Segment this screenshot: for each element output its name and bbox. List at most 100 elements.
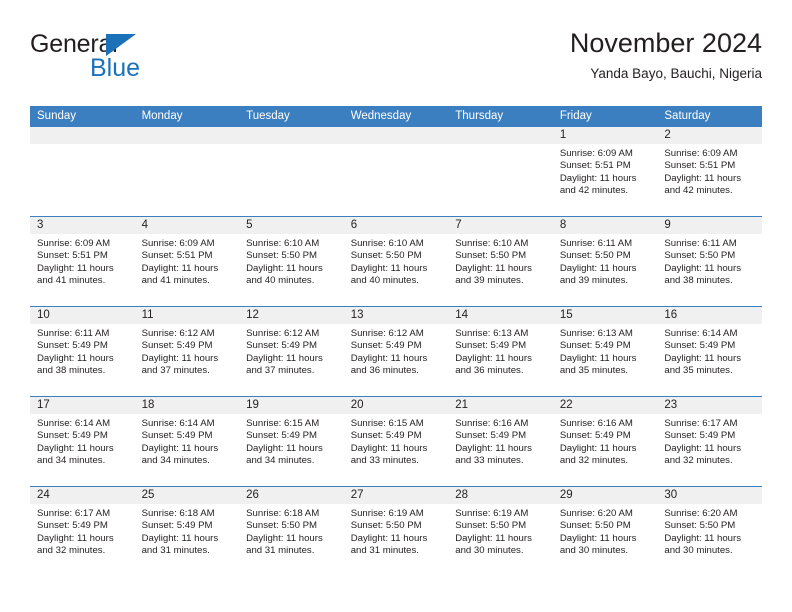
day-details: Sunrise: 6:14 AM Sunset: 5:49 PM Daylight:…: [30, 414, 135, 468]
day-cell-inner: 13 Sunrise: 6:12 AM Sunset: 5:49 PM Dayligh…: [343, 307, 449, 396]
calendar-day-cell[interactable]: 17 Sunrise: 6:14 AM Sunset: 5:49 PM Dayligh…: [30, 396, 135, 487]
daylight-duration-line2: and 32 minutes.: [664, 455, 733, 467]
sunrise-time: Sunrise: 6:09 AM: [141, 238, 215, 249]
sunrise-time: Sunrise: 6:17 AM: [664, 418, 738, 429]
day-number: 17: [30, 397, 135, 414]
sunrise-time: Sunrise: 6:12 AM: [246, 328, 320, 339]
daylight-duration-line1: Daylight: 11 hours: [350, 442, 428, 454]
sunset-time: Sunset: 5:50 PM: [246, 520, 318, 532]
sunrise-time: Sunrise: 6:14 AM: [141, 418, 215, 429]
calendar-day-cell[interactable]: 10 Sunrise: 6:11 AM Sunset: 5:49 PM Dayligh…: [30, 306, 135, 397]
sunrise-time: Sunrise: 6:15 AM: [246, 418, 320, 429]
daylight-duration-line1: Daylight: 11 hours: [141, 352, 219, 364]
calendar-header-row: Sunday Monday Tuesday Wednesday Thursday Frid…: [30, 106, 762, 127]
day-number: 18: [134, 397, 240, 414]
sunset-time: Sunset: 5:49 PM: [141, 430, 213, 442]
sunrise-time: Sunrise: 6:11 AM: [559, 238, 633, 249]
sunset-time: Sunset: 5:49 PM: [559, 430, 631, 442]
calendar-day-cell[interactable]: 20 Sunrise: 6:15 AM Sunset: 5:49 PM Dayligh…: [343, 396, 449, 487]
calendar-day-cell[interactable]: 29 Sunrise: 6:20 AM Sunset: 5:50 PM Dayligh…: [552, 486, 658, 577]
calendar-week-row: 10 Sunrise: 6:11 AM Sunset: 5:49 PM Dayligh…: [30, 306, 762, 397]
calendar-day-cell[interactable]: 3 Sunrise: 6:09 AM Sunset: 5:51 PM Daylight…: [30, 216, 135, 307]
title-block: November 2024 Yanda Bayo, Bauchi, Nigeri…: [570, 28, 762, 82]
day-cell-inner: 22 Sunrise: 6:16 AM Sunset: 5:49 PM Dayligh…: [552, 397, 658, 486]
day-cell-inner: 28 Sunrise: 6:19 AM Sunset: 5:50 PM Dayligh…: [448, 487, 553, 577]
daylight-duration-line2: and 32 minutes.: [37, 545, 106, 557]
page-title: November 2024: [569, 28, 762, 58]
daylight-duration-line1: Daylight: 11 hours: [246, 262, 323, 274]
calendar-day-cell[interactable]: 13 Sunrise: 6:12 AM Sunset: 5:49 PM Dayligh…: [343, 306, 449, 397]
weekday-header-saturday: Saturday: [657, 106, 762, 127]
calendar-day-cell[interactable]: 11 Sunrise: 6:12 AM Sunset: 5:49 PM Dayligh…: [134, 306, 240, 397]
page-subtitle: Yanda Bayo, Bauchi, Nigeria: [590, 66, 762, 82]
sunset-time: Sunset: 5:50 PM: [455, 520, 527, 532]
calendar-day-cell[interactable]: 24 Sunrise: 6:17 AM Sunset: 5:49 PM Dayligh…: [30, 486, 135, 577]
day-details: Sunrise: 6:10 AM Sunset: 5:50 PM Daylight:…: [448, 234, 553, 288]
daylight-duration-line2: and 39 minutes.: [455, 275, 524, 287]
logo-text-blue: Blue: [90, 54, 141, 82]
calendar-week-row: 24 Sunrise: 6:17 AM Sunset: 5:49 PM Dayligh…: [30, 486, 762, 577]
weekday-header-monday: Monday: [134, 106, 240, 127]
day-number: 2: [657, 127, 762, 144]
calendar-day-cell-empty: [448, 126, 553, 217]
sunrise-time: Sunrise: 6:12 AM: [141, 328, 215, 339]
daylight-duration-line2: and 30 minutes.: [455, 545, 524, 557]
calendar-day-cell[interactable]: 2 Sunrise: 6:09 AM Sunset: 5:51 PM Daylight…: [657, 126, 762, 217]
calendar-day-cell[interactable]: 7 Sunrise: 6:10 AM Sunset: 5:50 PM Daylight…: [448, 216, 553, 307]
sunrise-time: Sunrise: 6:12 AM: [350, 328, 424, 339]
calendar-day-cell[interactable]: 28 Sunrise: 6:19 AM Sunset: 5:50 PM Dayligh…: [448, 486, 553, 577]
calendar-day-cell[interactable]: 15 Sunrise: 6:13 AM Sunset: 5:49 PM Dayligh…: [552, 306, 658, 397]
calendar-day-cell[interactable]: 14 Sunrise: 6:13 AM Sunset: 5:49 PM Dayligh…: [448, 306, 553, 397]
calendar-day-cell[interactable]: 23 Sunrise: 6:17 AM Sunset: 5:49 PM Dayligh…: [657, 396, 762, 487]
day-cell-inner: 26 Sunrise: 6:18 AM Sunset: 5:50 PM Dayligh…: [239, 487, 344, 577]
calendar-day-cell[interactable]: 26 Sunrise: 6:18 AM Sunset: 5:50 PM Dayligh…: [239, 486, 344, 577]
day-cell-inner: 19 Sunrise: 6:15 AM Sunset: 5:49 PM Dayligh…: [239, 397, 344, 486]
daylight-duration-line1: Daylight: 11 hours: [455, 532, 532, 544]
daylight-duration-line2: and 34 minutes.: [37, 455, 106, 467]
day-details: Sunrise: 6:11 AM Sunset: 5:50 PM Daylight:…: [657, 234, 762, 288]
day-number: 6: [343, 217, 449, 234]
day-details: Sunrise: 6:15 AM Sunset: 5:49 PM Daylight:…: [344, 414, 449, 468]
daylight-duration-line2: and 41 minutes.: [141, 275, 210, 287]
general-blue-logo[interactable]: General Blue: [30, 32, 250, 92]
sunset-time: Sunset: 5:50 PM: [559, 250, 631, 262]
day-cell-inner: 5 Sunrise: 6:10 AM Sunset: 5:50 PM Daylight…: [239, 217, 344, 306]
sunrise-time: Sunrise: 6:11 AM: [664, 238, 737, 249]
calendar-day-cell[interactable]: 6 Sunrise: 6:10 AM Sunset: 5:50 PM Daylight…: [343, 216, 449, 307]
daylight-duration-line2: and 41 minutes.: [37, 275, 106, 287]
calendar-day-cell[interactable]: 9 Sunrise: 6:11 AM Sunset: 5:50 PM Daylight…: [657, 216, 762, 307]
calendar-day-cell[interactable]: 22 Sunrise: 6:16 AM Sunset: 5:49 PM Dayligh…: [552, 396, 658, 487]
sunset-time: Sunset: 5:49 PM: [246, 430, 318, 442]
calendar-day-cell[interactable]: 16 Sunrise: 6:14 AM Sunset: 5:49 PM Dayligh…: [657, 306, 762, 397]
calendar-day-cell[interactable]: 25 Sunrise: 6:18 AM Sunset: 5:49 PM Dayligh…: [134, 486, 240, 577]
day-details: Sunrise: 6:10 AM Sunset: 5:50 PM Daylight:…: [344, 234, 449, 288]
calendar-day-cell[interactable]: 5 Sunrise: 6:10 AM Sunset: 5:50 PM Daylight…: [239, 216, 344, 307]
calendar-day-cell[interactable]: 12 Sunrise: 6:12 AM Sunset: 5:49 PM Dayligh…: [239, 306, 344, 397]
calendar-day-cell[interactable]: 8 Sunrise: 6:11 AM Sunset: 5:50 PM Daylight…: [552, 216, 658, 307]
daylight-duration-line2: and 36 minutes.: [455, 365, 524, 377]
day-details: Sunrise: 6:19 AM Sunset: 5:50 PM Daylight:…: [448, 504, 553, 558]
calendar-day-cell[interactable]: 30 Sunrise: 6:20 AM Sunset: 5:50 PM Dayligh…: [657, 486, 762, 577]
day-number: 28: [448, 487, 553, 504]
daylight-duration-line2: and 31 minutes.: [350, 545, 419, 557]
daylight-duration-line1: Daylight: 11 hours: [37, 262, 114, 274]
triangle-icon: [106, 34, 136, 56]
day-cell-inner: 29 Sunrise: 6:20 AM Sunset: 5:50 PM Dayligh…: [552, 487, 658, 577]
day-cell-inner: 15 Sunrise: 6:13 AM Sunset: 5:49 PM Dayligh…: [552, 307, 658, 396]
day-details: Sunrise: 6:18 AM Sunset: 5:50 PM Daylight:…: [239, 504, 344, 558]
daylight-duration-line1: Daylight: 11 hours: [664, 352, 741, 364]
sunrise-time: Sunrise: 6:18 AM: [141, 508, 215, 519]
calendar-day-cell[interactable]: 4 Sunrise: 6:09 AM Sunset: 5:51 PM Daylight…: [134, 216, 240, 307]
calendar-day-cell[interactable]: 21 Sunrise: 6:16 AM Sunset: 5:49 PM Dayligh…: [448, 396, 553, 487]
sunset-time: Sunset: 5:49 PM: [559, 340, 631, 352]
calendar-day-cell[interactable]: 18 Sunrise: 6:14 AM Sunset: 5:49 PM Dayligh…: [134, 396, 240, 487]
sunset-time: Sunset: 5:51 PM: [141, 250, 213, 262]
calendar-day-cell[interactable]: 27 Sunrise: 6:19 AM Sunset: 5:50 PM Dayligh…: [343, 486, 449, 577]
day-cell-inner: 9 Sunrise: 6:11 AM Sunset: 5:50 PM Daylight…: [657, 217, 762, 306]
day-details: Sunrise: 6:11 AM Sunset: 5:50 PM Daylight:…: [553, 234, 658, 288]
daylight-duration-line1: Daylight: 11 hours: [350, 262, 428, 274]
calendar-day-cell[interactable]: 19 Sunrise: 6:15 AM Sunset: 5:49 PM Dayligh…: [239, 396, 344, 487]
sunrise-time: Sunrise: 6:16 AM: [559, 418, 633, 429]
calendar-day-cell[interactable]: 1 Sunrise: 6:09 AM Sunset: 5:51 PM Daylight…: [552, 126, 658, 217]
calendar-day-cell-empty: [134, 126, 240, 217]
